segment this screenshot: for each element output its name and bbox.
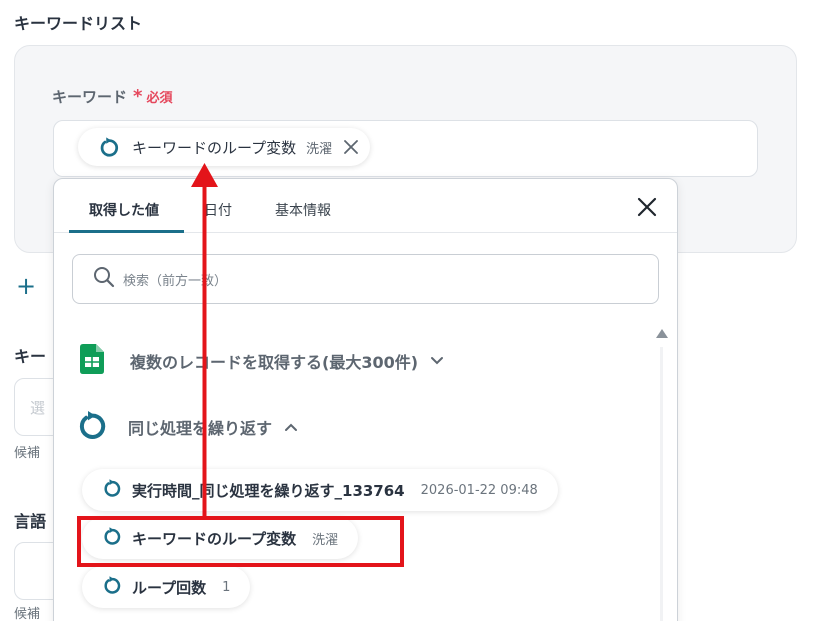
chip-label: キーワードのループ変数 [132, 138, 297, 157]
scrollbar-track[interactable] [660, 347, 663, 621]
loop-icon [102, 478, 122, 502]
item-label: 実行時間_同じ処理を繰り返す_133764 [132, 481, 405, 500]
section-title: キーワードリスト [14, 14, 143, 33]
item-value: 2026-01-22 09:48 [420, 482, 538, 498]
list-item-execution-time[interactable]: 実行時間_同じ処理を繰り返す_133764 洗濯 2026-01-22 09:4… [82, 469, 558, 511]
required-text: 必須 [146, 91, 173, 106]
group-label: 同じ処理を繰り返す [128, 419, 273, 438]
background-select-placeholder: 選 [30, 399, 46, 417]
background-keyword-label: キー [14, 347, 47, 366]
item-value: 1 [222, 579, 231, 595]
search-input[interactable]: 検索（前方一致） [72, 254, 659, 304]
background-help-text: 候補 [14, 446, 41, 461]
chevron-down-icon [430, 356, 444, 366]
value-picker-popup: 取得した値 日付 基本情報 検索（前方一致） 複数のレコードを取得する(最大30… [53, 178, 678, 621]
field-label: キーワード * 必須 [52, 86, 172, 107]
google-sheets-icon [80, 344, 104, 378]
item-label: キーワードのループ変数 [132, 529, 297, 548]
tab-bar: 取得した値 日付 基本情報 [54, 179, 677, 233]
search-icon [93, 266, 115, 292]
required-asterisk: * [133, 86, 143, 107]
list-item-keyword-loop-variable[interactable]: キーワードのループ変数 洗濯 [82, 517, 359, 559]
search-placeholder: 検索（前方一致） [123, 273, 228, 289]
add-icon[interactable]: + [16, 274, 36, 298]
list-item-loop-count[interactable]: ループ回数 1 [82, 566, 251, 608]
field-label-text: キーワード [52, 88, 128, 106]
group-get-records[interactable]: 複数のレコードを取得する(最大300件) [80, 344, 444, 378]
tab-basic-info[interactable]: 基本情報 [275, 200, 331, 220]
language-help-text: 候補 [14, 607, 41, 621]
close-icon[interactable] [637, 197, 657, 221]
active-tab-indicator [69, 230, 184, 233]
loop-icon [76, 409, 108, 445]
language-label: 言語 [14, 512, 47, 531]
scroll-up-arrow[interactable] [656, 329, 668, 338]
item-value: 洗濯 [312, 532, 339, 548]
group-label: 複数のレコードを取得する(最大300件) [130, 353, 419, 372]
chevron-up-icon [284, 422, 298, 432]
group-loop[interactable]: 同じ処理を繰り返す [76, 409, 298, 445]
chip-value: 洗濯 [306, 141, 333, 157]
close-icon[interactable] [344, 140, 359, 154]
tab-date[interactable]: 日付 [204, 200, 232, 220]
item-label: ループ回数 [132, 578, 207, 597]
selected-value-chip[interactable]: キーワードのループ変数 洗濯 [78, 128, 371, 166]
loop-icon [102, 575, 122, 599]
tab-obtained-values[interactable]: 取得した値 [89, 200, 159, 220]
loop-icon [98, 136, 120, 158]
loop-icon [102, 526, 122, 550]
